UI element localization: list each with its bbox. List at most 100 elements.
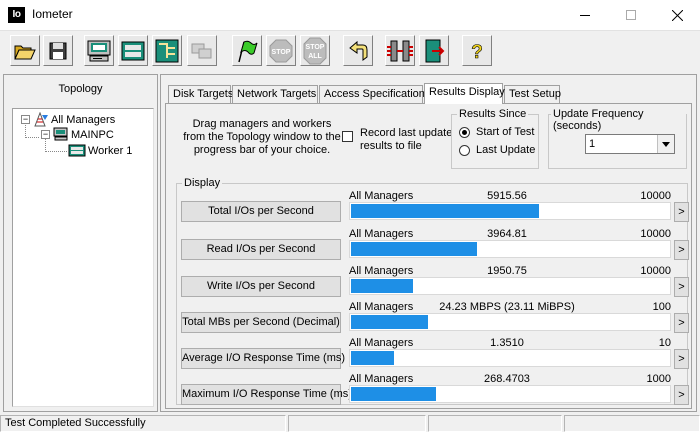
folder-open-icon xyxy=(14,45,36,59)
tree-connector xyxy=(25,137,39,138)
record-results-checkbox[interactable] xyxy=(342,131,353,142)
metric-scale-max: 100 xyxy=(652,301,671,313)
metric-target-label: All Managers xyxy=(349,228,414,240)
display-title: Display xyxy=(182,177,223,189)
metric-select-button[interactable]: Read I/Os per Second xyxy=(181,239,341,260)
worker-icon xyxy=(121,41,145,60)
start-tests-button[interactable] xyxy=(232,35,262,66)
metric-value: 1950.75 xyxy=(487,265,527,277)
results-since-group: Results Since Start of Test Last Update xyxy=(451,108,539,169)
metric-select-button[interactable]: Average I/O Response Time (ms) xyxy=(181,348,345,369)
about-label: ? xyxy=(471,42,483,62)
tree-connector xyxy=(45,137,46,152)
results-since-title: Results Since xyxy=(457,108,529,120)
exit-button[interactable] xyxy=(419,35,449,66)
dropdown-arrow-icon[interactable] xyxy=(657,135,674,153)
copy-worker-icon xyxy=(191,43,212,58)
metric-progress-fill xyxy=(351,351,394,365)
tab-network-targets[interactable]: Network Targets xyxy=(232,85,318,103)
metric-progress-bar[interactable] xyxy=(349,240,671,258)
metric-select-button[interactable]: Total I/Os per Second xyxy=(181,201,341,222)
stop-button[interactable]: STOP xyxy=(266,35,296,66)
topology-tree[interactable]: − All Managers − MAINPC Worker 1 xyxy=(12,108,154,407)
reset-workers-button[interactable] xyxy=(343,35,373,66)
update-frequency-title: Update Frequency (seconds) xyxy=(551,108,686,132)
record-results-label[interactable]: Record last update results to file xyxy=(360,127,452,153)
metric-progress-bar[interactable] xyxy=(349,385,671,403)
metric-value: 3964.81 xyxy=(487,228,527,240)
about-button[interactable]: ? xyxy=(462,35,492,66)
window-title: Iometer xyxy=(32,7,73,21)
metric-select-button[interactable]: Write I/Os per Second xyxy=(181,276,341,297)
tree-item-all-managers[interactable]: All Managers xyxy=(51,113,115,127)
new-network-worker-button[interactable] xyxy=(152,35,182,66)
metric-progress-bar[interactable] xyxy=(349,202,671,220)
metric-progress-bar[interactable] xyxy=(349,313,671,331)
tab-results-display[interactable]: Results Display xyxy=(424,83,505,104)
metric-target-label: All Managers xyxy=(349,301,414,313)
maximize-button[interactable] xyxy=(608,0,654,30)
metric-progress-fill xyxy=(351,387,436,401)
close-button[interactable] xyxy=(654,0,700,30)
topology-panel: Topology − All Managers − MAINPC Worker … xyxy=(3,74,158,412)
metric-target-label: All Managers xyxy=(349,265,414,277)
record-label-line-2: results to file xyxy=(360,140,422,152)
update-frequency-value: 1 xyxy=(589,138,596,150)
last-update-radio[interactable] xyxy=(459,145,470,156)
topology-header: Topology xyxy=(58,83,103,95)
minimize-icon xyxy=(580,14,590,16)
last-update-label[interactable]: Last Update xyxy=(476,144,535,157)
stop-all-button[interactable]: STOP ALL xyxy=(300,35,330,66)
metric-range-button[interactable]: > xyxy=(674,385,689,405)
metric-range-button[interactable]: > xyxy=(674,240,689,260)
reset-arrow-icon xyxy=(349,40,368,61)
exit-door-icon xyxy=(425,39,445,62)
metric-scale-max: 10000 xyxy=(640,190,671,202)
client-area: Topology − All Managers − MAINPC Worker … xyxy=(0,71,700,414)
new-worker-button[interactable] xyxy=(118,35,148,66)
computer-icon xyxy=(53,127,68,141)
duplicate-worker-button[interactable] xyxy=(187,35,217,66)
start-of-test-label[interactable]: Start of Test xyxy=(476,126,535,139)
tab-access-specifications[interactable]: Access Specifications xyxy=(319,85,430,103)
disconnect-managers-button[interactable] xyxy=(385,35,415,66)
metric-range-button[interactable]: > xyxy=(674,349,689,369)
metric-target-label: All Managers xyxy=(349,190,414,202)
tree-connector xyxy=(45,151,67,152)
maximize-icon xyxy=(626,10,636,20)
metric-progress-bar[interactable] xyxy=(349,277,671,295)
status-pane-4 xyxy=(564,415,700,432)
metric-range-button[interactable]: > xyxy=(674,202,689,222)
metric-select-button[interactable]: Total MBs per Second (Decimal) xyxy=(181,312,341,333)
start-of-test-radio[interactable] xyxy=(459,127,470,138)
question-mark-icon: ? xyxy=(471,41,483,62)
network-worker-icon xyxy=(155,39,179,62)
minimize-button[interactable] xyxy=(562,0,608,30)
stop-all-label: STOP xyxy=(306,44,325,51)
title-bar: Io Iometer xyxy=(0,0,700,30)
update-frequency-select[interactable]: 1 xyxy=(585,134,675,154)
drag-hint-text: Drag managers and workers from the Topol… xyxy=(183,118,341,156)
tree-collapse-toggle[interactable]: − xyxy=(21,115,30,124)
stop-all-sublabel: ALL xyxy=(308,53,322,60)
metric-select-button[interactable]: Maximum I/O Response Time (ms) xyxy=(181,384,352,405)
stop-all-sign-icon: STOP ALL xyxy=(303,37,327,64)
open-config-button[interactable] xyxy=(10,35,40,66)
stop-label: STOP xyxy=(272,49,291,56)
tree-item-mainpc[interactable]: MAINPC xyxy=(71,128,114,142)
metric-scale-max: 10000 xyxy=(640,228,671,240)
metric-scale-max: 10 xyxy=(658,337,671,349)
metric-value: 1.3510 xyxy=(490,337,524,349)
tab-test-setup[interactable]: Test Setup xyxy=(504,85,561,103)
tab-disk-targets[interactable]: Disk Targets xyxy=(168,85,233,103)
save-config-button[interactable] xyxy=(43,35,73,66)
tree-item-worker-1[interactable]: Worker 1 xyxy=(88,144,132,158)
app-logo-icon: Io xyxy=(8,7,25,23)
floppy-disk-icon xyxy=(49,42,67,59)
metric-range-button[interactable]: > xyxy=(674,277,689,297)
metric-progress-bar[interactable] xyxy=(349,349,671,367)
metric-progress-fill xyxy=(351,315,428,329)
new-manager-button[interactable] xyxy=(84,35,114,66)
metric-range-button[interactable]: > xyxy=(674,313,689,333)
tree-collapse-toggle[interactable]: − xyxy=(41,130,50,139)
